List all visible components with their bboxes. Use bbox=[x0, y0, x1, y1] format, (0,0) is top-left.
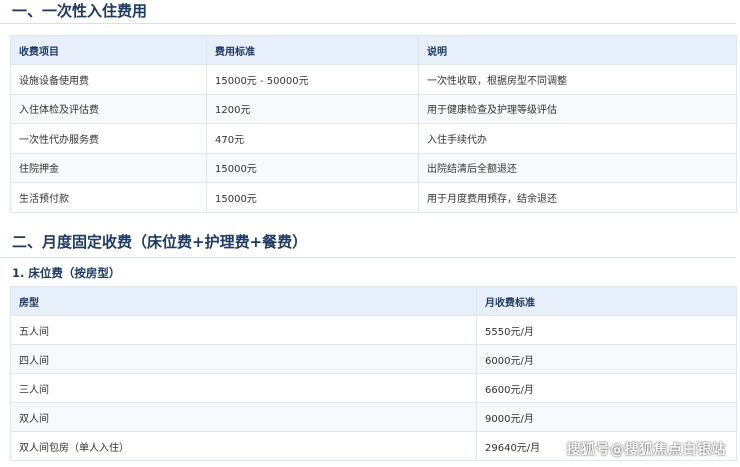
table-cell: 四人间 bbox=[10, 344, 477, 374]
table-cell: 入住体检及评估费 bbox=[10, 93, 207, 124]
table-row: 入住体检及评估费 1200元 用于健康检查及护理等级评估 bbox=[10, 93, 737, 124]
table-cell: 15000元 bbox=[206, 152, 419, 183]
bed-fee-table: 房型 月收费标准 五人间 5550元/月 四人间 6000元/月 三人间 660… bbox=[10, 286, 737, 461]
table-cell: 双人间包房（单人入住） bbox=[10, 431, 477, 461]
table-cell: 生活预付款 bbox=[10, 182, 207, 213]
one-time-fees-table: 收费项目 费用标准 说明 设施设备使用费 15000元 - 50000元 一次性… bbox=[10, 35, 737, 213]
watermark: 搜狐号@搜狐焦点白银站 bbox=[566, 442, 726, 458]
table-cell: 用于月度费用预存，结余退还 bbox=[418, 182, 737, 213]
table-cell: 5550元/月 bbox=[476, 315, 737, 345]
section-title-monthly-fees: 二、月度固定收费（床位费+护理费+餐费） bbox=[12, 233, 308, 251]
subsection-title-bed-fee: 1. 床位费（按房型） bbox=[12, 266, 121, 280]
table-cell: 住院押金 bbox=[10, 152, 207, 183]
table-row: 五人间 5550元/月 bbox=[10, 315, 737, 345]
table-row: 三人间 6600元/月 bbox=[10, 373, 737, 403]
table-cell: 五人间 bbox=[10, 315, 477, 345]
table-row: 双人间 9000元/月 bbox=[10, 402, 737, 432]
table-row: 设施设备使用费 15000元 - 50000元 一次性收取，根据房型不同调整 bbox=[10, 64, 737, 95]
table-header-row: 房型 月收费标准 bbox=[10, 286, 737, 316]
table-row: 一次性代办服务费 470元 入住手续代办 bbox=[10, 123, 737, 154]
divider bbox=[0, 23, 736, 24]
table-cell: 入住手续代办 bbox=[418, 123, 737, 154]
table-header-row: 收费项目 费用标准 说明 bbox=[10, 35, 737, 65]
column-header: 收费项目 bbox=[10, 35, 207, 65]
table-cell: 6600元/月 bbox=[476, 373, 737, 403]
table-cell: 出院结清后全额退还 bbox=[418, 152, 737, 183]
table-cell: 三人间 bbox=[10, 373, 477, 403]
table-cell: 1200元 bbox=[206, 93, 419, 124]
table-row: 四人间 6000元/月 bbox=[10, 344, 737, 374]
column-header: 房型 bbox=[10, 286, 477, 316]
column-header: 说明 bbox=[418, 35, 737, 65]
table-cell: 470元 bbox=[206, 123, 419, 154]
table-cell: 6000元/月 bbox=[476, 344, 737, 374]
table-cell: 一次性代办服务费 bbox=[10, 123, 207, 154]
table-cell: 一次性收取，根据房型不同调整 bbox=[418, 64, 737, 95]
column-header: 月收费标准 bbox=[476, 286, 737, 316]
table-cell: 9000元/月 bbox=[476, 402, 737, 432]
column-header: 费用标准 bbox=[206, 35, 419, 65]
table-cell: 15000元 bbox=[206, 182, 419, 213]
section-title-one-time-fees: 一、一次性入住费用 bbox=[12, 2, 148, 20]
divider bbox=[0, 257, 736, 258]
table-cell: 双人间 bbox=[10, 402, 477, 432]
table-row: 住院押金 15000元 出院结清后全额退还 bbox=[10, 152, 737, 183]
table-cell: 设施设备使用费 bbox=[10, 64, 207, 95]
table-cell: 用于健康检查及护理等级评估 bbox=[418, 93, 737, 124]
table-cell: 15000元 - 50000元 bbox=[206, 64, 419, 95]
table-row: 生活预付款 15000元 用于月度费用预存，结余退还 bbox=[10, 182, 737, 213]
